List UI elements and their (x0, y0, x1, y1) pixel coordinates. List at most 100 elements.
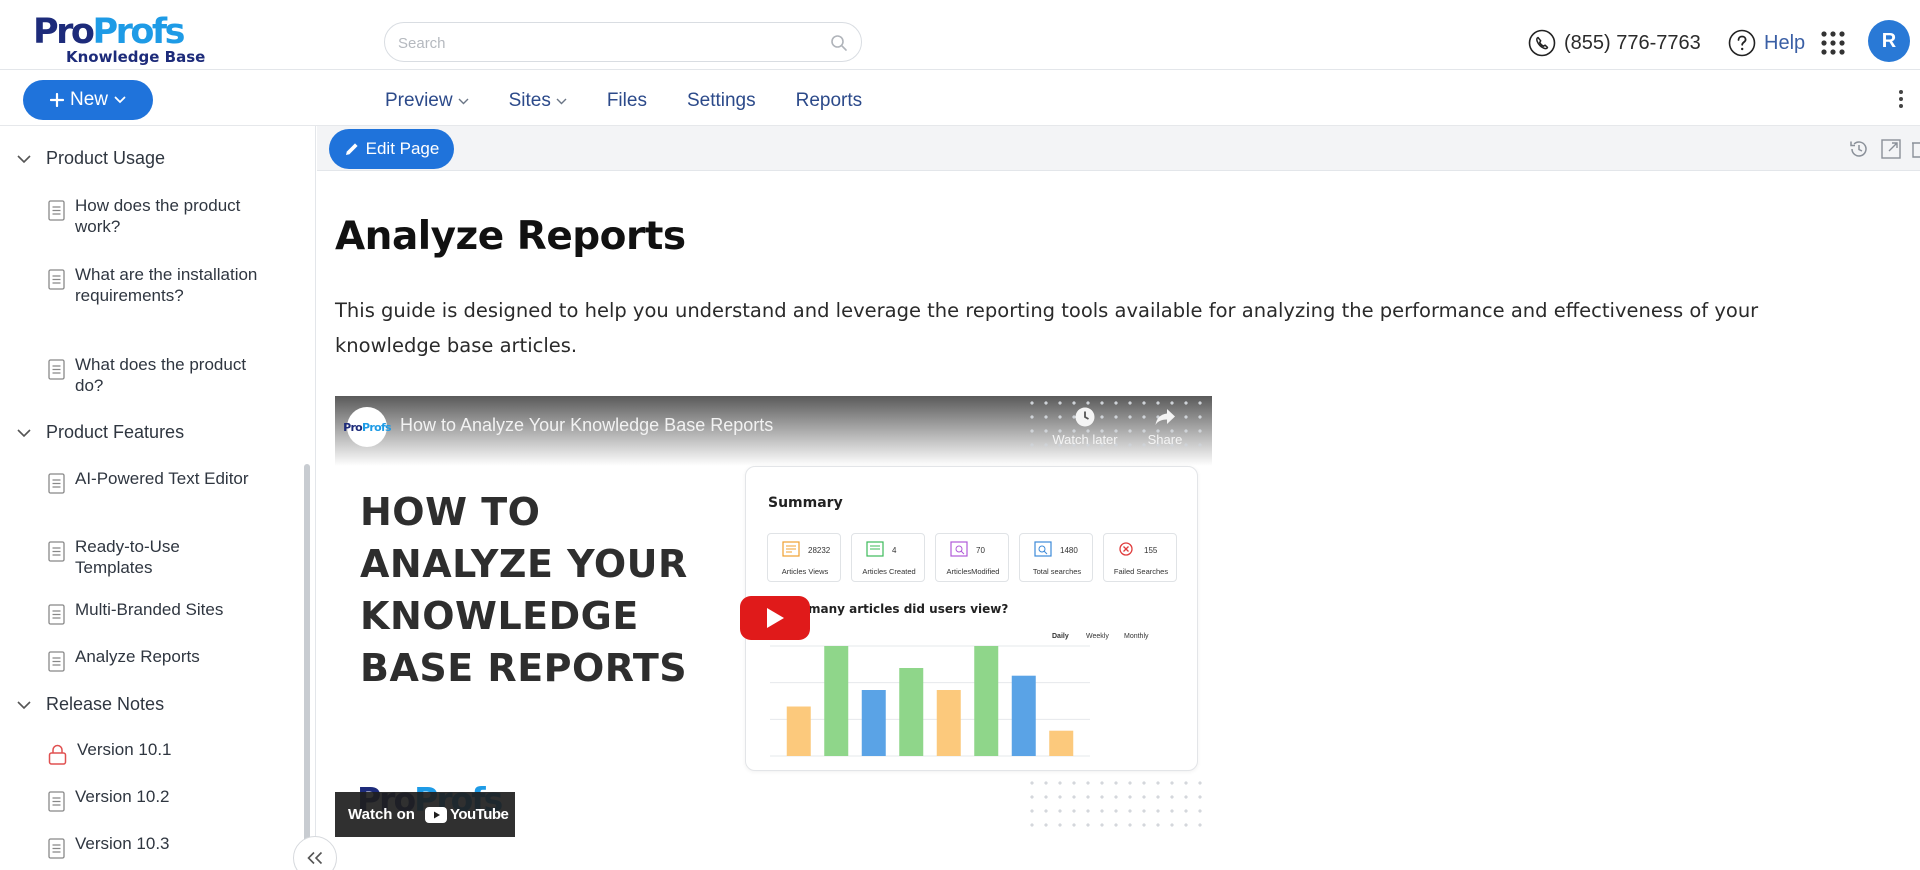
document-icon (48, 791, 65, 812)
period-daily: Daily (1052, 633, 1069, 640)
failed-searches-icon (1119, 542, 1133, 556)
chart-question: many articles did users view? (808, 602, 1009, 616)
video-title[interactable]: How to Analyze Your Knowledge Base Repor… (400, 415, 773, 436)
help-label: Help (1764, 31, 1806, 54)
sidebar-item[interactable]: What does the product do? (48, 354, 258, 396)
search-box (384, 22, 862, 62)
sidebar-item[interactable]: AI-Powered Text Editor (48, 468, 258, 494)
thumbnail-headline: HOW TO ANALYZE YOUR KNOWLEDGE BASE REPOR… (360, 490, 688, 690)
article-intro: This guide is designed to help you under… (335, 299, 1759, 357)
video-embed[interactable]: Pro Profs How to Analyze Your Knowledge B… (335, 396, 1212, 837)
lock-icon (48, 744, 67, 765)
period-weekly: Weekly (1086, 633, 1109, 640)
sidebar-item[interactable]: Analyze Reports (48, 646, 258, 672)
play-button[interactable] (740, 596, 810, 640)
clock-icon (1075, 407, 1095, 427)
delete-icon[interactable] (1910, 138, 1920, 160)
stat-card: 28232 Articles Views (767, 533, 841, 582)
new-button-label: New (69, 89, 108, 110)
chevron-down-icon (458, 98, 469, 104)
logo-profs: Profs (92, 12, 185, 52)
nav-item-sites[interactable]: Sites (509, 90, 567, 112)
youtube-logo: YouTube (424, 806, 509, 823)
main-nav: Preview Sites Files Settings Reports (385, 86, 902, 116)
chevron-down-icon (114, 96, 126, 104)
period-monthly: Monthly (1124, 633, 1149, 640)
summary-card: Summary 28232 Articles Views 4 Articles … (745, 466, 1198, 771)
stat-card: 1480 Total searches (1019, 533, 1093, 582)
document-icon (48, 651, 65, 672)
dot-pattern (1025, 776, 1212, 837)
views-bar-chart (770, 645, 1090, 757)
channel-avatar[interactable]: Pro Profs (343, 407, 392, 447)
watch-on-youtube-button[interactable]: Watch on YouTube (335, 792, 515, 837)
page-toolbar: Edit Page (317, 126, 1920, 171)
stat-card: 155 Failed Searches (1103, 533, 1177, 582)
nav-item-settings[interactable]: Settings (687, 90, 756, 112)
chart-bar (974, 646, 999, 756)
sidebar: Product Usage How does the product work?… (0, 126, 316, 870)
document-icon (48, 838, 65, 859)
watch-later-button[interactable]: Watch later (1045, 406, 1125, 447)
sidebar-section-product-features[interactable]: Product Features (16, 422, 184, 443)
search-icon[interactable] (829, 33, 849, 53)
phone-link[interactable]: (855) 776-7763 (1528, 29, 1701, 57)
nav-item-reports[interactable]: Reports (796, 90, 863, 112)
document-icon (48, 269, 65, 290)
double-chevron-left-icon (307, 851, 323, 865)
chart-bar (899, 668, 924, 756)
sidebar-item[interactable]: Ready-to-Use Templates (48, 536, 258, 578)
edit-page-button[interactable]: Edit Page (329, 129, 454, 169)
proprofs-logo[interactable]: ProProfs Knowledge Base (33, 12, 206, 68)
sidebar-item[interactable]: How does the product work? (48, 195, 258, 237)
document-icon (48, 473, 65, 494)
articles-created-icon (866, 541, 884, 557)
chart-bar (786, 706, 811, 756)
chart-bar (824, 646, 849, 756)
share-button[interactable]: Share (1125, 406, 1205, 447)
article-views-icon (782, 541, 800, 557)
chart-bar (936, 690, 961, 756)
nav-item-files[interactable]: Files (607, 90, 647, 112)
document-icon (48, 604, 65, 625)
chart-bar (1011, 675, 1036, 756)
chart-bar (861, 690, 886, 756)
search-input[interactable] (398, 32, 818, 54)
sidebar-item[interactable]: Version 10.1 (48, 739, 258, 765)
sidebar-section-product-usage[interactable]: Product Usage (16, 148, 165, 169)
chevron-down-icon (17, 154, 31, 163)
document-icon (48, 359, 65, 380)
history-icon[interactable] (1848, 138, 1870, 160)
help-link[interactable]: Help (1728, 29, 1805, 57)
phone-number: (855) 776-7763 (1564, 31, 1701, 54)
nav-item-preview[interactable]: Preview (385, 90, 469, 112)
articles-modified-icon (950, 541, 968, 557)
sidebar-scrollbar[interactable] (304, 464, 310, 842)
stat-card: 70 ArticlesModified (935, 533, 1009, 582)
sidebar-item[interactable]: Version 10.3 (48, 833, 258, 859)
pencil-icon (345, 143, 358, 155)
sidebar-item[interactable]: Multi-Branded Sites (48, 599, 258, 625)
top-header: ProProfs Knowledge Base (855) 776-7763 H… (0, 0, 1920, 70)
user-avatar[interactable]: R (1868, 20, 1910, 62)
play-icon (767, 608, 784, 628)
sidebar-item[interactable]: What are the installation requirements? (48, 264, 258, 306)
logo-subtitle: Knowledge Base (66, 48, 206, 66)
new-button[interactable]: New (23, 80, 153, 120)
chevron-down-icon (17, 428, 31, 437)
expand-icon[interactable] (1880, 138, 1902, 160)
phone-icon (1528, 29, 1556, 57)
apps-grid-icon[interactable] (1820, 30, 1846, 56)
logo-pro: Pro (33, 12, 95, 52)
document-icon (48, 541, 65, 562)
summary-title: Summary (768, 495, 843, 511)
document-icon (48, 200, 65, 221)
plus-icon (49, 93, 64, 107)
help-icon (1728, 29, 1756, 57)
more-options-icon[interactable] (1896, 88, 1906, 110)
collapse-sidebar-button[interactable] (293, 836, 337, 870)
youtube-play-icon (424, 806, 447, 823)
sidebar-section-release-notes[interactable]: Release Notes (16, 694, 164, 715)
share-arrow-icon (1155, 409, 1175, 425)
sidebar-item[interactable]: Version 10.2 (48, 786, 258, 812)
